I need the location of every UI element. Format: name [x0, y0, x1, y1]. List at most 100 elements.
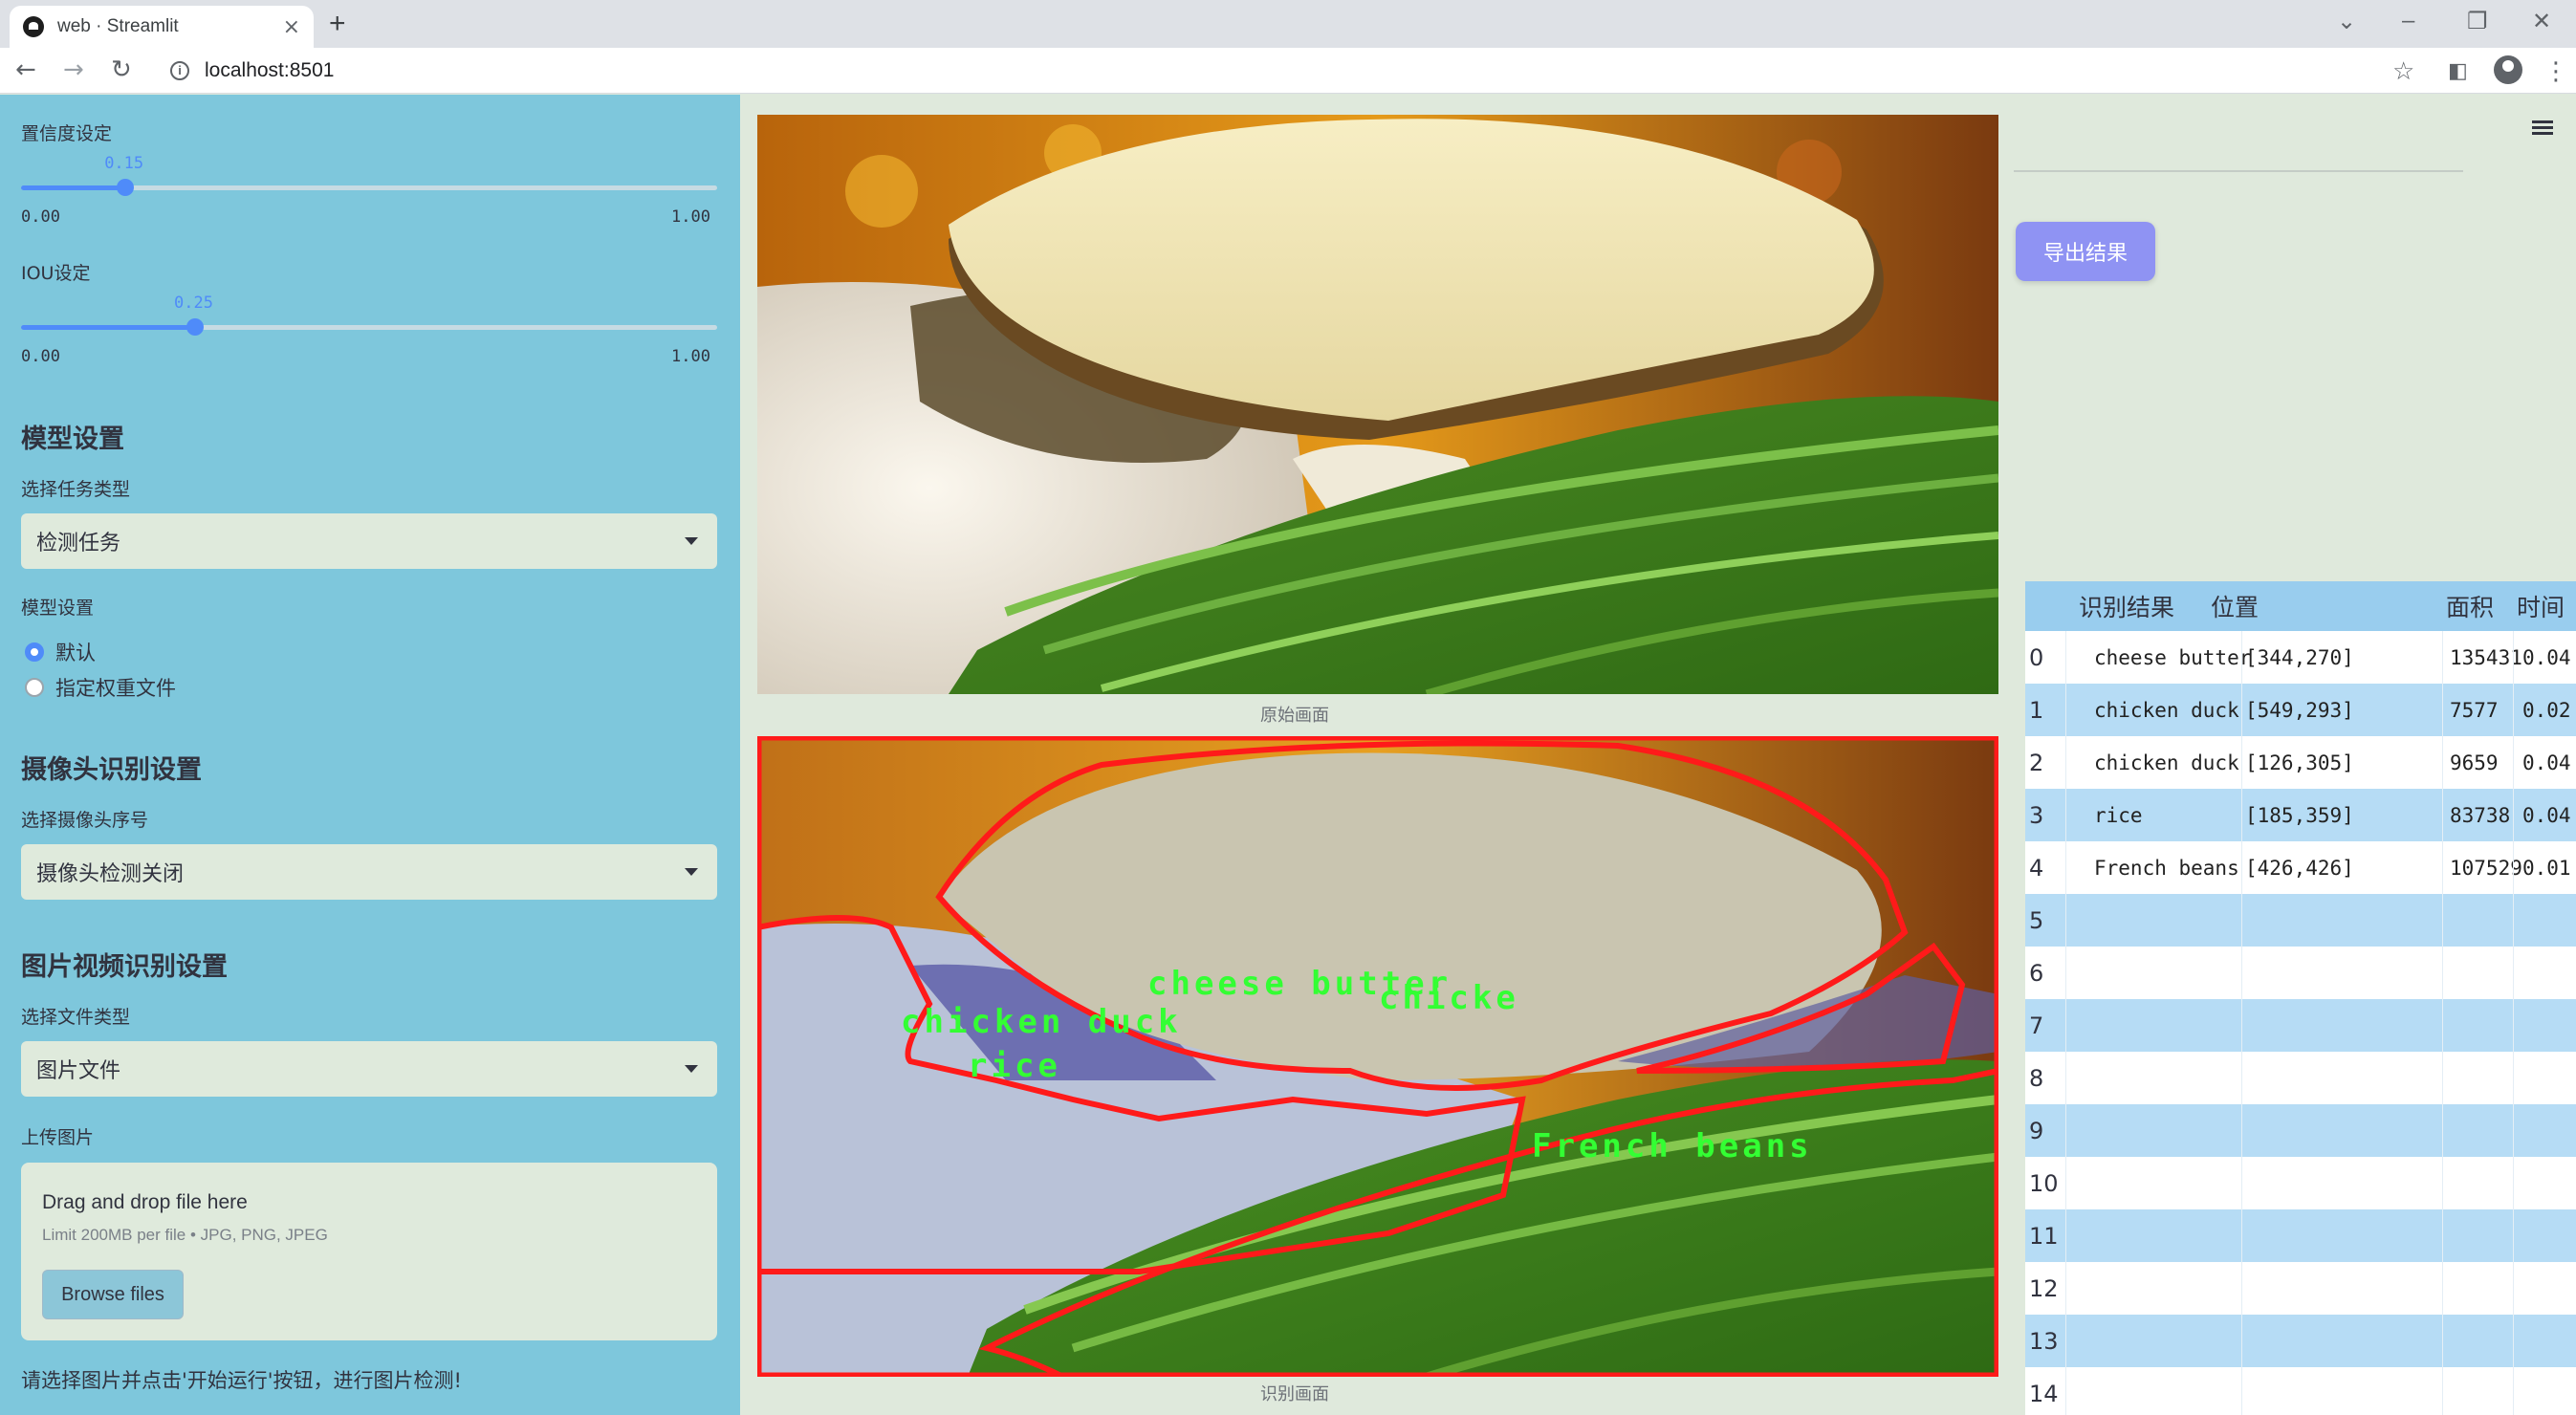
upload-label: 上传图片 — [21, 1127, 95, 1148]
camera-index-select[interactable]: 摄像头检测关闭 — [21, 844, 717, 900]
file-dropzone[interactable]: Drag and drop file here Limit 200MB per … — [21, 1163, 717, 1340]
column-separator — [2065, 1367, 2066, 1415]
row-index: 5 — [2029, 906, 2044, 934]
column-separator — [2241, 789, 2242, 841]
browse-files-button[interactable]: Browse files — [42, 1270, 184, 1319]
chevron-down-icon — [685, 537, 698, 545]
column-separator — [2241, 736, 2242, 789]
result-image-canvas: cheese butter chicken duck chicke rice F… — [757, 736, 1998, 1377]
cell-area: 83738 — [2450, 803, 2511, 827]
table-row[interactable]: 3 rice [185,359] 83738 0.04 — [2025, 789, 2576, 841]
row-index: 8 — [2029, 1064, 2044, 1092]
tab-close-icon[interactable]: × — [283, 15, 300, 39]
minimize-icon[interactable]: – — [2402, 8, 2414, 34]
confidence-slider-thumb[interactable] — [117, 179, 135, 196]
model-setting-label: 模型设置 — [21, 598, 95, 619]
tab-title: web · Streamlit — [57, 16, 179, 36]
cell-result: French beans — [2094, 856, 2239, 880]
row-index: 2 — [2029, 749, 2044, 776]
info-icon[interactable]: i — [170, 61, 189, 80]
column-separator — [2513, 1367, 2514, 1415]
table-row[interactable]: 11 — [2025, 1209, 2576, 1262]
column-separator — [2065, 1052, 2066, 1104]
export-results-button[interactable]: 导出结果 — [2016, 222, 2155, 281]
column-separator — [2513, 1315, 2514, 1367]
cell-result: chicken duck — [2094, 698, 2239, 722]
col-header-position[interactable]: 位置 — [2211, 589, 2259, 623]
column-separator — [2241, 1157, 2242, 1209]
table-row[interactable]: 1 chicken duck [549,293] 7577 0.02 — [2025, 684, 2576, 736]
file-type-select[interactable]: 图片文件 — [21, 1041, 717, 1097]
table-row[interactable]: 13 — [2025, 1315, 2576, 1367]
iou-max: 1.00 — [671, 347, 710, 366]
star-icon[interactable]: ☆ — [2392, 57, 2414, 86]
iou-slider[interactable] — [21, 318, 717, 336]
cell-time: 0.04 — [2522, 803, 2571, 827]
column-separator — [2241, 1367, 2242, 1415]
column-separator — [2241, 999, 2242, 1052]
label-chicken-duck: chicken duck — [901, 1003, 1182, 1041]
table-row[interactable]: 0 cheese butter [344,270] 135431 0.04 — [2025, 631, 2576, 684]
column-separator — [2442, 999, 2443, 1052]
menu-icon[interactable] — [2532, 120, 2553, 136]
restore-icon[interactable]: ❐ — [2467, 8, 2488, 35]
iou-slider-thumb[interactable] — [186, 318, 204, 336]
column-separator — [2065, 684, 2066, 736]
table-row[interactable]: 14 — [2025, 1367, 2576, 1415]
column-separator — [2241, 1104, 2242, 1157]
camera-index-label: 选择摄像头序号 — [21, 810, 149, 831]
column-separator — [2513, 1262, 2514, 1315]
cell-time: 0.02 — [2522, 698, 2571, 722]
confidence-max: 1.00 — [671, 207, 710, 227]
cell-time: 0.01 — [2522, 856, 2571, 880]
table-row[interactable]: 4 French beans [426,426] 107529 0.01 — [2025, 841, 2576, 894]
column-separator — [2513, 1104, 2514, 1157]
label-rice: rice — [968, 1047, 1061, 1085]
sidepanel-icon[interactable]: ◧ — [2448, 59, 2468, 83]
browser-toolbar: ← → ↻ i localhost:8501 ☆ ◧ ⋮ — [0, 48, 2576, 94]
table-row[interactable]: 7 — [2025, 999, 2576, 1052]
column-separator — [2442, 684, 2443, 736]
table-row[interactable]: 10 — [2025, 1157, 2576, 1209]
back-icon[interactable]: ← — [15, 55, 36, 84]
radio-default[interactable]: 默认 — [25, 638, 96, 666]
radio-custom-weights[interactable]: 指定权重文件 — [25, 673, 176, 702]
table-row[interactable]: 9 — [2025, 1104, 2576, 1157]
table-row[interactable]: 6 — [2025, 947, 2576, 999]
new-tab-icon[interactable]: + — [329, 8, 346, 40]
column-separator — [2513, 1052, 2514, 1104]
table-row[interactable]: 2 chicken duck [126,305] 9659 0.04 — [2025, 736, 2576, 789]
column-separator — [2513, 684, 2514, 736]
task-type-select[interactable]: 检测任务 — [21, 513, 717, 569]
radio-custom-weights-label: 指定权重文件 — [55, 677, 176, 700]
column-separator — [2241, 1209, 2242, 1262]
col-header-result[interactable]: 识别结果 — [2079, 589, 2174, 623]
tab-search-icon[interactable]: ⌄ — [2337, 8, 2356, 35]
column-separator — [2065, 1104, 2066, 1157]
dropzone-title: Drag and drop file here — [42, 1191, 248, 1213]
table-row[interactable]: 12 — [2025, 1262, 2576, 1315]
browser-tab[interactable]: web · Streamlit × — [10, 6, 314, 48]
confidence-slider[interactable] — [21, 179, 717, 196]
table-row[interactable]: 5 — [2025, 894, 2576, 947]
forward-icon[interactable]: → — [63, 55, 84, 84]
col-header-area[interactable]: 面积 — [2446, 589, 2494, 623]
confidence-label: 置信度设定 — [21, 123, 113, 144]
reload-icon[interactable]: ↻ — [111, 55, 132, 84]
iou-slider-fill — [21, 325, 195, 330]
column-separator — [2442, 1209, 2443, 1262]
row-index: 6 — [2029, 959, 2044, 987]
row-index: 0 — [2029, 643, 2044, 671]
confidence-value: 0.15 — [104, 154, 144, 173]
col-header-time[interactable]: 时间 — [2517, 589, 2565, 623]
result-caption: 识别画面 — [1260, 1384, 1329, 1404]
cell-result: rice — [2094, 803, 2143, 827]
address-bar[interactable]: i localhost:8501 — [159, 52, 2396, 90]
table-row[interactable]: 8 — [2025, 1052, 2576, 1104]
cell-position: [185,359] — [2245, 803, 2354, 827]
column-separator — [2513, 999, 2514, 1052]
kebab-icon[interactable]: ⋮ — [2543, 57, 2568, 86]
original-image — [757, 115, 1998, 694]
profile-icon[interactable] — [2494, 55, 2522, 84]
window-close-icon[interactable]: ✕ — [2532, 8, 2551, 35]
